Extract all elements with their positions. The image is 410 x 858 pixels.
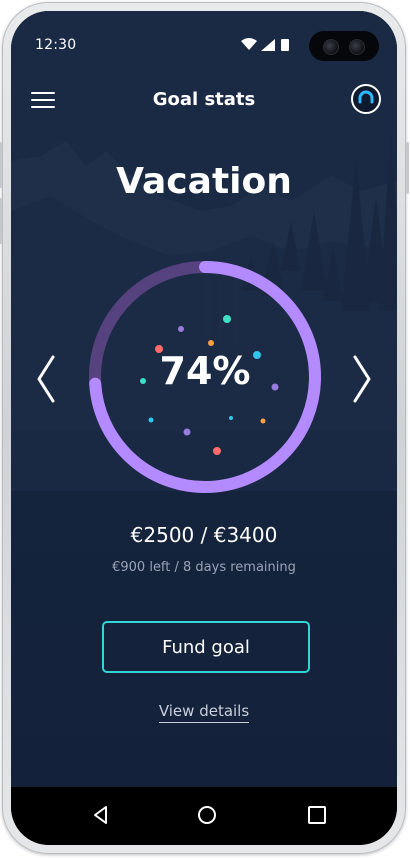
status-time: 12:30: [35, 37, 77, 53]
progress-percent: 74%: [159, 349, 251, 393]
phone-screen-bezel: 12:30 Goal stats Vacation 74% €2500 / €3…: [11, 11, 397, 845]
goal-amounts: €2500 / €3400: [130, 523, 278, 547]
bixby-button: [0, 198, 2, 244]
status-icons: [241, 38, 289, 51]
front-camera: [309, 31, 379, 61]
view-details-link[interactable]: View details: [158, 702, 250, 723]
phone-frame: 12:30 Goal stats Vacation 74% €2500 / €3…: [0, 2, 409, 854]
battery-icon: [281, 39, 289, 51]
app-header: Goal stats: [11, 81, 397, 117]
android-nav-bar: [11, 787, 397, 845]
previous-goal-chevron-left-icon[interactable]: [31, 349, 61, 409]
account-icon[interactable]: [351, 84, 381, 114]
page-title: Goal stats: [152, 89, 256, 110]
view-details-container: View details: [11, 701, 397, 723]
goal-name: Vacation: [116, 161, 292, 202]
next-goal-chevron-right-icon[interactable]: [347, 349, 377, 409]
app-screen: 12:30 Goal stats Vacation 74% €2500 / €3…: [11, 11, 397, 787]
volume-button: [0, 142, 2, 188]
goal-remaining: €900 left / 8 days remaining: [112, 560, 296, 575]
back-icon[interactable]: [89, 803, 113, 827]
status-bar: 12:30: [11, 29, 397, 61]
home-icon[interactable]: [195, 803, 219, 827]
power-button: [406, 142, 409, 194]
wifi-icon: [241, 38, 257, 50]
recents-icon[interactable]: [305, 803, 329, 827]
fund-goal-button[interactable]: Fund goal: [102, 621, 310, 673]
camera-lens-icon: [349, 39, 365, 55]
camera-lens-icon: [323, 39, 339, 55]
signal-icon: [261, 39, 275, 51]
